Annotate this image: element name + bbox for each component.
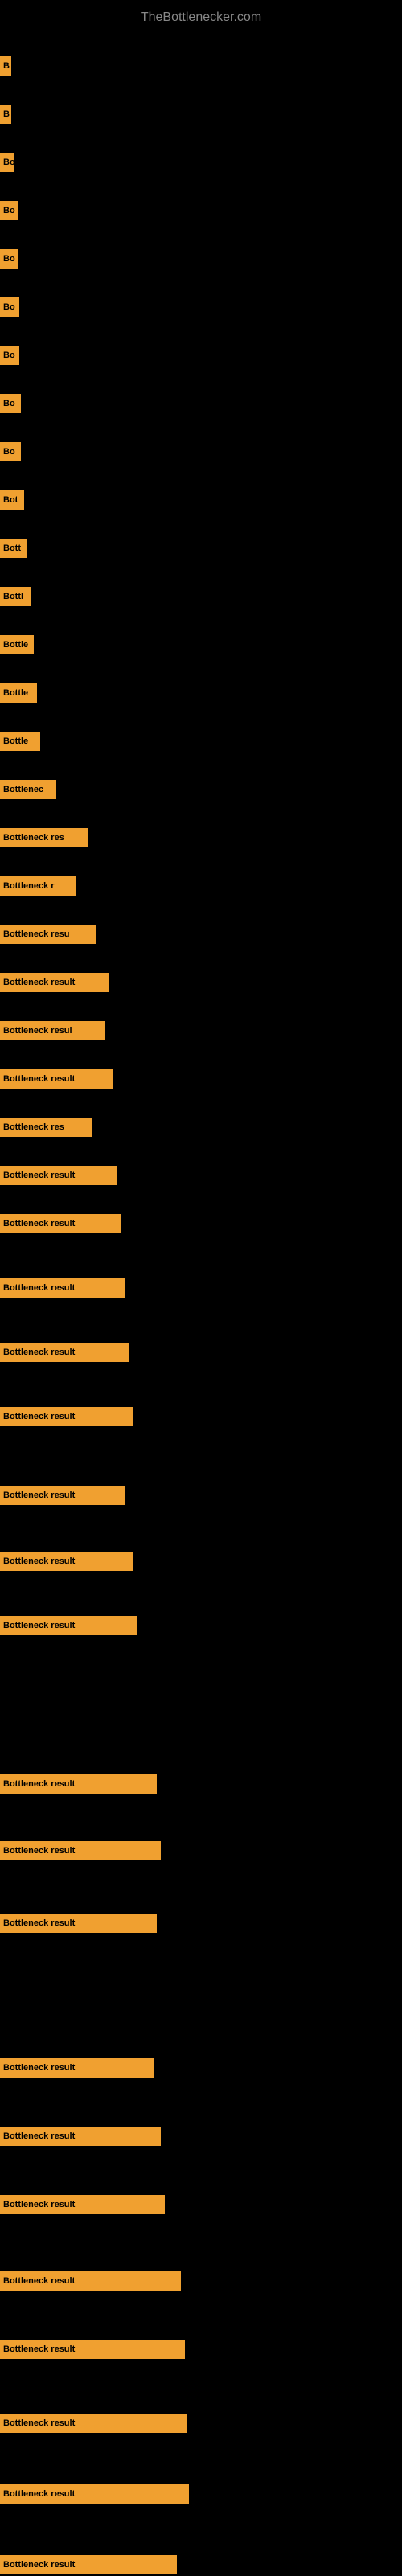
bar-row: Bottleneck result: [0, 1166, 402, 1187]
bar-label: Bottleneck result: [0, 1214, 121, 1233]
bar-label: Bot: [0, 490, 24, 510]
bar-row: Bottleneck result: [0, 1552, 402, 1573]
bar-label: Bott: [0, 539, 27, 558]
bar-row: Bottleneck res: [0, 828, 402, 849]
bar-label: Bottleneck result: [0, 2195, 165, 2214]
bar-label: Bo: [0, 153, 14, 172]
bar-label: Bottleneck resul: [0, 1021, 105, 1040]
bar-row: Bottleneck result: [0, 2127, 402, 2147]
bar-row: Bottleneck result: [0, 1774, 402, 1795]
bar-row: Bottleneck result: [0, 1616, 402, 1637]
bar-label: Bottleneck result: [0, 2271, 181, 2291]
bar-row: Bo: [0, 442, 402, 463]
bar-row: Bottleneck res: [0, 1118, 402, 1138]
bar-row: Bottle: [0, 683, 402, 704]
bar-row: Bottleneck result: [0, 1343, 402, 1364]
bar-label: Bottlenec: [0, 780, 56, 799]
bar-label: Bottleneck result: [0, 1841, 161, 1860]
bar-row: Bottlenec: [0, 780, 402, 801]
bar-label: Bottleneck result: [0, 1343, 129, 1362]
bar-row: Bottleneck result: [0, 973, 402, 994]
bar-row: Bottleneck result: [0, 2058, 402, 2079]
bar-label: Bottleneck result: [0, 2555, 177, 2574]
bar-row: B: [0, 105, 402, 125]
bar-row: Bottleneck result: [0, 1278, 402, 1299]
bar-row: Bottleneck result: [0, 2484, 402, 2505]
bar-row: Bo: [0, 297, 402, 318]
bar-label: Bo: [0, 346, 19, 365]
bar-label: B: [0, 105, 11, 124]
bar-label: Bottleneck result: [0, 973, 109, 992]
bar-row: B: [0, 56, 402, 77]
bar-row: Bottle: [0, 732, 402, 753]
bar-row: Bottleneck resul: [0, 1021, 402, 1042]
bar-row: Bo: [0, 249, 402, 270]
bar-label: Bottleneck result: [0, 2127, 161, 2146]
bar-label: Bottleneck res: [0, 828, 88, 847]
bar-row: Bottleneck result: [0, 1841, 402, 1862]
bar-row: Bottleneck result: [0, 2414, 402, 2434]
bar-label: Bo: [0, 394, 21, 413]
bar-label: Bottleneck result: [0, 1914, 157, 1933]
bar-label: Bottleneck result: [0, 1069, 113, 1089]
bar-label: Bottleneck result: [0, 1407, 133, 1426]
bar-label: Bottle: [0, 732, 40, 751]
bar-label: Bottleneck result: [0, 1166, 117, 1185]
bar-row: Bot: [0, 490, 402, 511]
bar-label: Bottleneck result: [0, 2414, 187, 2433]
bar-label: Bottleneck r: [0, 876, 76, 896]
bar-row: Bottleneck result: [0, 2195, 402, 2216]
bar-row: Bottleneck result: [0, 1407, 402, 1428]
bar-label: Bottleneck result: [0, 2484, 189, 2504]
bar-label: Bo: [0, 297, 19, 317]
bar-label: Bottleneck result: [0, 1486, 125, 1505]
bar-label: Bottle: [0, 683, 37, 703]
bar-row: Bottleneck resu: [0, 925, 402, 945]
bar-label: Bo: [0, 442, 21, 461]
bar-row: Bottleneck r: [0, 876, 402, 897]
site-title: TheBottlenecker.com: [0, 4, 402, 31]
bar-row: Bottleneck result: [0, 1214, 402, 1235]
bar-label: Bo: [0, 249, 18, 269]
bar-label: B: [0, 56, 11, 76]
bar-label: Bottleneck resu: [0, 925, 96, 944]
bar-row: Bottleneck result: [0, 2555, 402, 2576]
bar-label: Bottleneck res: [0, 1118, 92, 1137]
bar-label: Bottleneck result: [0, 2058, 154, 2078]
bar-row: Bottleneck result: [0, 1914, 402, 1934]
bar-row: Bottleneck result: [0, 1486, 402, 1507]
bar-row: Bottleneck result: [0, 2340, 402, 2361]
bar-label: Bottleneck result: [0, 1278, 125, 1298]
bar-label: Bottleneck result: [0, 1552, 133, 1571]
bar-row: Bo: [0, 394, 402, 415]
bar-row: Bo: [0, 153, 402, 174]
bar-label: Bottleneck result: [0, 1616, 137, 1635]
bar-row: Bo: [0, 346, 402, 367]
bar-row: Bott: [0, 539, 402, 560]
bar-label: Bottleneck result: [0, 2340, 185, 2359]
bar-row: Bottleneck result: [0, 1069, 402, 1090]
bar-label: Bottle: [0, 635, 34, 654]
bar-row: Bottl: [0, 587, 402, 608]
bar-row: Bottle: [0, 635, 402, 656]
bar-row: Bo: [0, 201, 402, 222]
bar-label: Bottleneck result: [0, 1774, 157, 1794]
bar-row: Bottleneck result: [0, 2271, 402, 2292]
bar-label: Bottl: [0, 587, 31, 606]
bar-label: Bo: [0, 201, 18, 220]
